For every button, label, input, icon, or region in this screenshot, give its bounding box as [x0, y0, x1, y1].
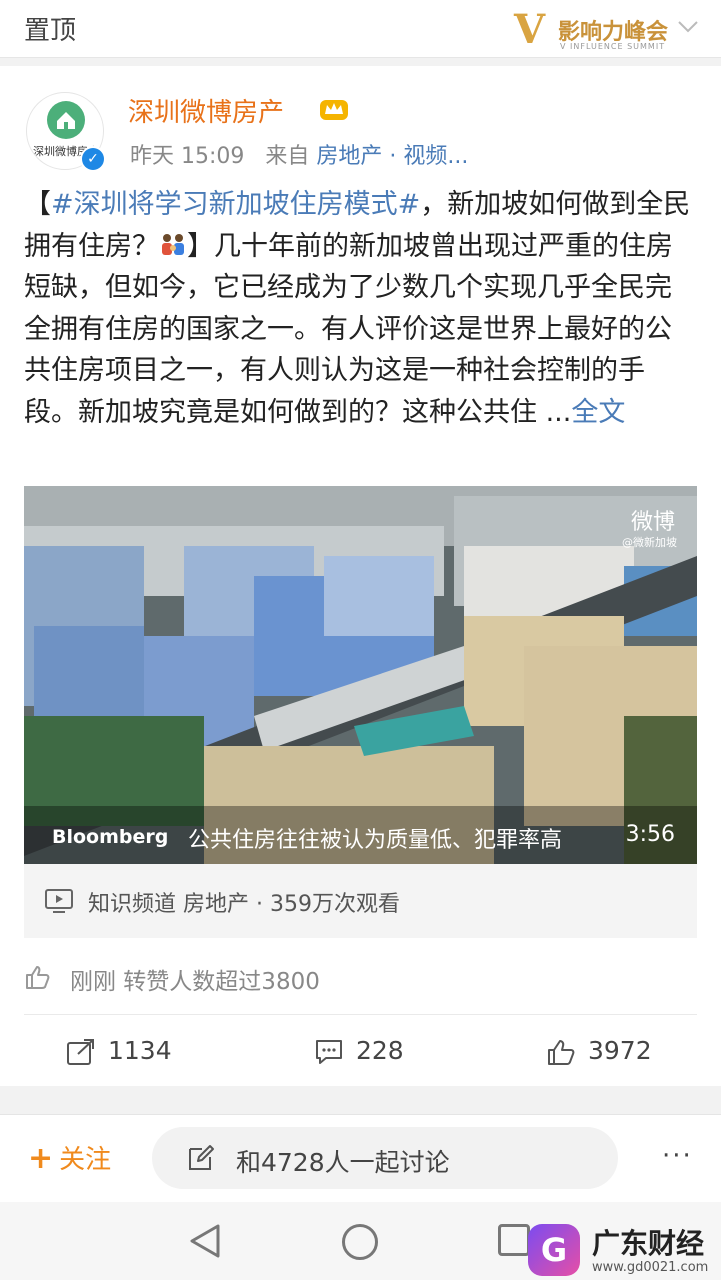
likes-notice-text: 刚刚 转赞人数超过3800	[70, 969, 320, 995]
repost-icon	[67, 1039, 94, 1065]
repost-button[interactable]: 1134	[66, 1034, 206, 1068]
post-text: 【#深圳将学习新加坡住房模式#，新加坡如何做到全民拥有住房？ 】几十年前的新加坡曾…	[24, 184, 696, 434]
edit-icon	[189, 1145, 214, 1170]
like-count: 3972	[588, 1036, 652, 1065]
video-info-bar[interactable]: 知识频道 房地产 · 359万次观看	[24, 864, 697, 938]
plus-icon: +	[28, 1141, 54, 1176]
repost-count: 1134	[108, 1036, 172, 1065]
watermark-url: www.gd0021.com	[592, 1260, 709, 1275]
author-name[interactable]: 深圳微博房产	[128, 92, 284, 129]
divider	[24, 1014, 697, 1015]
like-button[interactable]: 3972	[546, 1034, 686, 1068]
site-watermark: G 广东财经 www.gd0021.com	[528, 1222, 721, 1280]
follow-button[interactable]: + 关注	[28, 1139, 111, 1176]
read-more-link[interactable]: 全文	[571, 397, 625, 428]
like-icon	[548, 1040, 575, 1065]
influence-summit-banner[interactable]: V 影响力峰会 V INFLUENCE SUMMIT	[512, 4, 672, 53]
chevron-down-icon[interactable]	[676, 14, 700, 38]
home-icon[interactable]	[342, 1224, 378, 1260]
verified-badge-icon: ✓	[80, 146, 106, 172]
video-play-icon	[45, 889, 73, 913]
likes-notice: 刚刚 转赞人数超过3800	[24, 962, 697, 1002]
watermark-logo: G	[528, 1224, 580, 1276]
video-info-text: 知识频道 房地产 · 359万次观看	[88, 892, 400, 917]
video-duration: 3:56	[625, 822, 675, 847]
comment-count: 228	[356, 1036, 404, 1065]
comment-icon	[316, 1040, 342, 1064]
video-thumbnail	[24, 486, 697, 864]
more-options-icon[interactable]: ···	[662, 1141, 693, 1171]
watermark-title: 广东财经	[592, 1227, 705, 1260]
back-icon[interactable]	[188, 1222, 222, 1260]
weibo-watermark-sub: @微新加坡	[622, 536, 677, 549]
video-caption: 公共住房往往被认为质量低、犯罪率高	[188, 828, 563, 853]
post-time: 昨天 15:09	[130, 144, 245, 169]
recent-apps-icon[interactable]	[498, 1224, 530, 1256]
post-actions: 1134 228 3972	[0, 1026, 721, 1076]
banner-logo-subtitle: V INFLUENCE SUMMIT	[560, 42, 666, 51]
pinned-label: 置顶	[24, 16, 77, 46]
family-emoji-icon	[162, 233, 184, 255]
weibo-watermark: 微博	[630, 510, 675, 535]
crown-icon	[320, 100, 348, 120]
discuss-input[interactable]: 和4728人一起讨论	[152, 1127, 618, 1189]
video-brand: Bloomberg	[52, 826, 169, 848]
post-source[interactable]: 房地产 · 视频...	[316, 144, 468, 169]
bottom-action-bar: + 关注 和4728人一起讨论 ···	[0, 1114, 721, 1202]
comment-button[interactable]: 228	[314, 1034, 434, 1068]
follow-label: 关注	[59, 1145, 112, 1175]
top-bar: 置顶 V 影响力峰会 V INFLUENCE SUMMIT	[0, 0, 721, 58]
banner-logo-v: V	[514, 6, 546, 53]
source-prefix: 来自	[265, 144, 310, 169]
house-icon	[47, 101, 85, 139]
content-lead: 【	[24, 189, 51, 220]
hashtag-link[interactable]: #深圳将学习新加坡住房模式#	[51, 189, 420, 220]
thumbs-up-icon	[26, 966, 50, 989]
post-card: 深圳微博房产 ✓ 深圳微博房产 昨天 15:09 来自 房地产 · 视频... …	[0, 66, 721, 1086]
video-player[interactable]: 微博 @微新加坡 Bloomberg 公共住房往往被认为质量低、犯罪率高 3:5…	[24, 486, 697, 864]
discuss-label: 和4728人一起讨论	[236, 1148, 450, 1177]
post-meta: 昨天 15:09 来自 房地产 · 视频...	[130, 138, 468, 170]
